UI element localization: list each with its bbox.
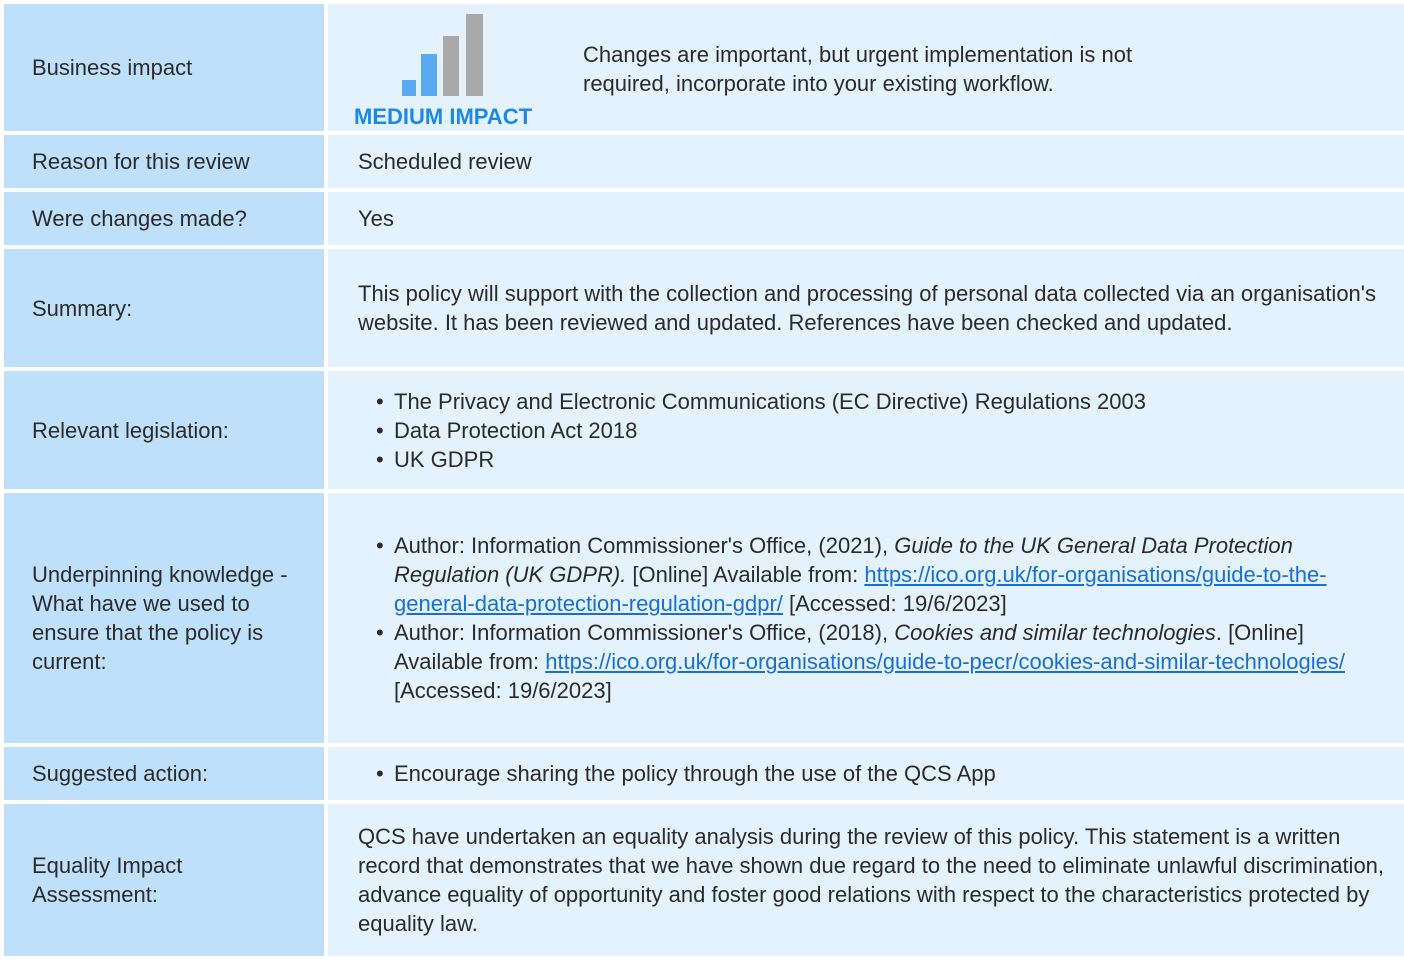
- legislation-cell: The Privacy and Electronic Communication…: [328, 371, 1404, 489]
- reference-list: Author: Information Commissioner's Offic…: [376, 531, 1378, 705]
- business-impact-cell: MEDIUM IMPACT Changes are important, but…: [328, 4, 1404, 131]
- impact-wrap: MEDIUM IMPACT Changes are important, but…: [354, 4, 1388, 131]
- equality-value: QCS have undertaken an equality analysis…: [328, 804, 1404, 956]
- action-cell: Encourage sharing the policy through the…: [328, 747, 1404, 800]
- impact-level-badge: MEDIUM IMPACT: [354, 104, 533, 129]
- reference-link[interactable]: https://ico.org.uk/for-organisations/gui…: [545, 649, 1345, 674]
- list-item: Data Protection Act 2018: [376, 416, 1146, 445]
- reference-prefix: Author: Information Commissioner's Offic…: [394, 533, 895, 558]
- list-item: Encourage sharing the policy through the…: [376, 759, 996, 788]
- legislation-label: Relevant legislation:: [4, 371, 324, 489]
- summary-value: This policy will support with the collec…: [328, 249, 1404, 367]
- impact-description: Changes are important, but urgent implem…: [583, 42, 1133, 96]
- changes-value: Yes: [328, 192, 1404, 245]
- reference-suffix: [Accessed: 19/6/2023]: [394, 678, 612, 703]
- reference-suffix: [Accessed: 19/6/2023]: [782, 591, 1007, 616]
- reference-item: Author: Information Commissioner's Offic…: [376, 618, 1378, 705]
- reference-item: Author: Information Commissioner's Offic…: [376, 531, 1378, 618]
- knowledge-label: Underpinning knowledge - What have we us…: [4, 493, 324, 743]
- policy-review-table: Business impact MEDIUM IMPACT Changes ar…: [4, 4, 1404, 956]
- business-impact-label: Business impact: [4, 4, 324, 131]
- knowledge-cell: Author: Information Commissioner's Offic…: [328, 493, 1404, 743]
- list-item: UK GDPR: [376, 445, 1146, 474]
- reason-label: Reason for this review: [4, 135, 324, 188]
- equality-label: Equality Impact Assessment:: [4, 804, 324, 956]
- action-label: Suggested action:: [4, 747, 324, 800]
- summary-label: Summary:: [4, 249, 324, 367]
- reference-prefix: Author: Information Commissioner's Offic…: [394, 620, 895, 645]
- reference-middle: [Online] Available from:: [626, 562, 865, 587]
- action-list: Encourage sharing the policy through the…: [376, 759, 996, 788]
- legislation-list: The Privacy and Electronic Communication…: [376, 387, 1146, 474]
- reference-title: Cookies and similar technologies: [894, 620, 1216, 645]
- reason-value: Scheduled review: [328, 135, 1404, 188]
- list-item: The Privacy and Electronic Communication…: [376, 387, 1146, 416]
- changes-label: Were changes made?: [4, 192, 324, 245]
- impact-badge: MEDIUM IMPACT: [354, 4, 579, 131]
- impact-bars-icon: [402, 14, 483, 96]
